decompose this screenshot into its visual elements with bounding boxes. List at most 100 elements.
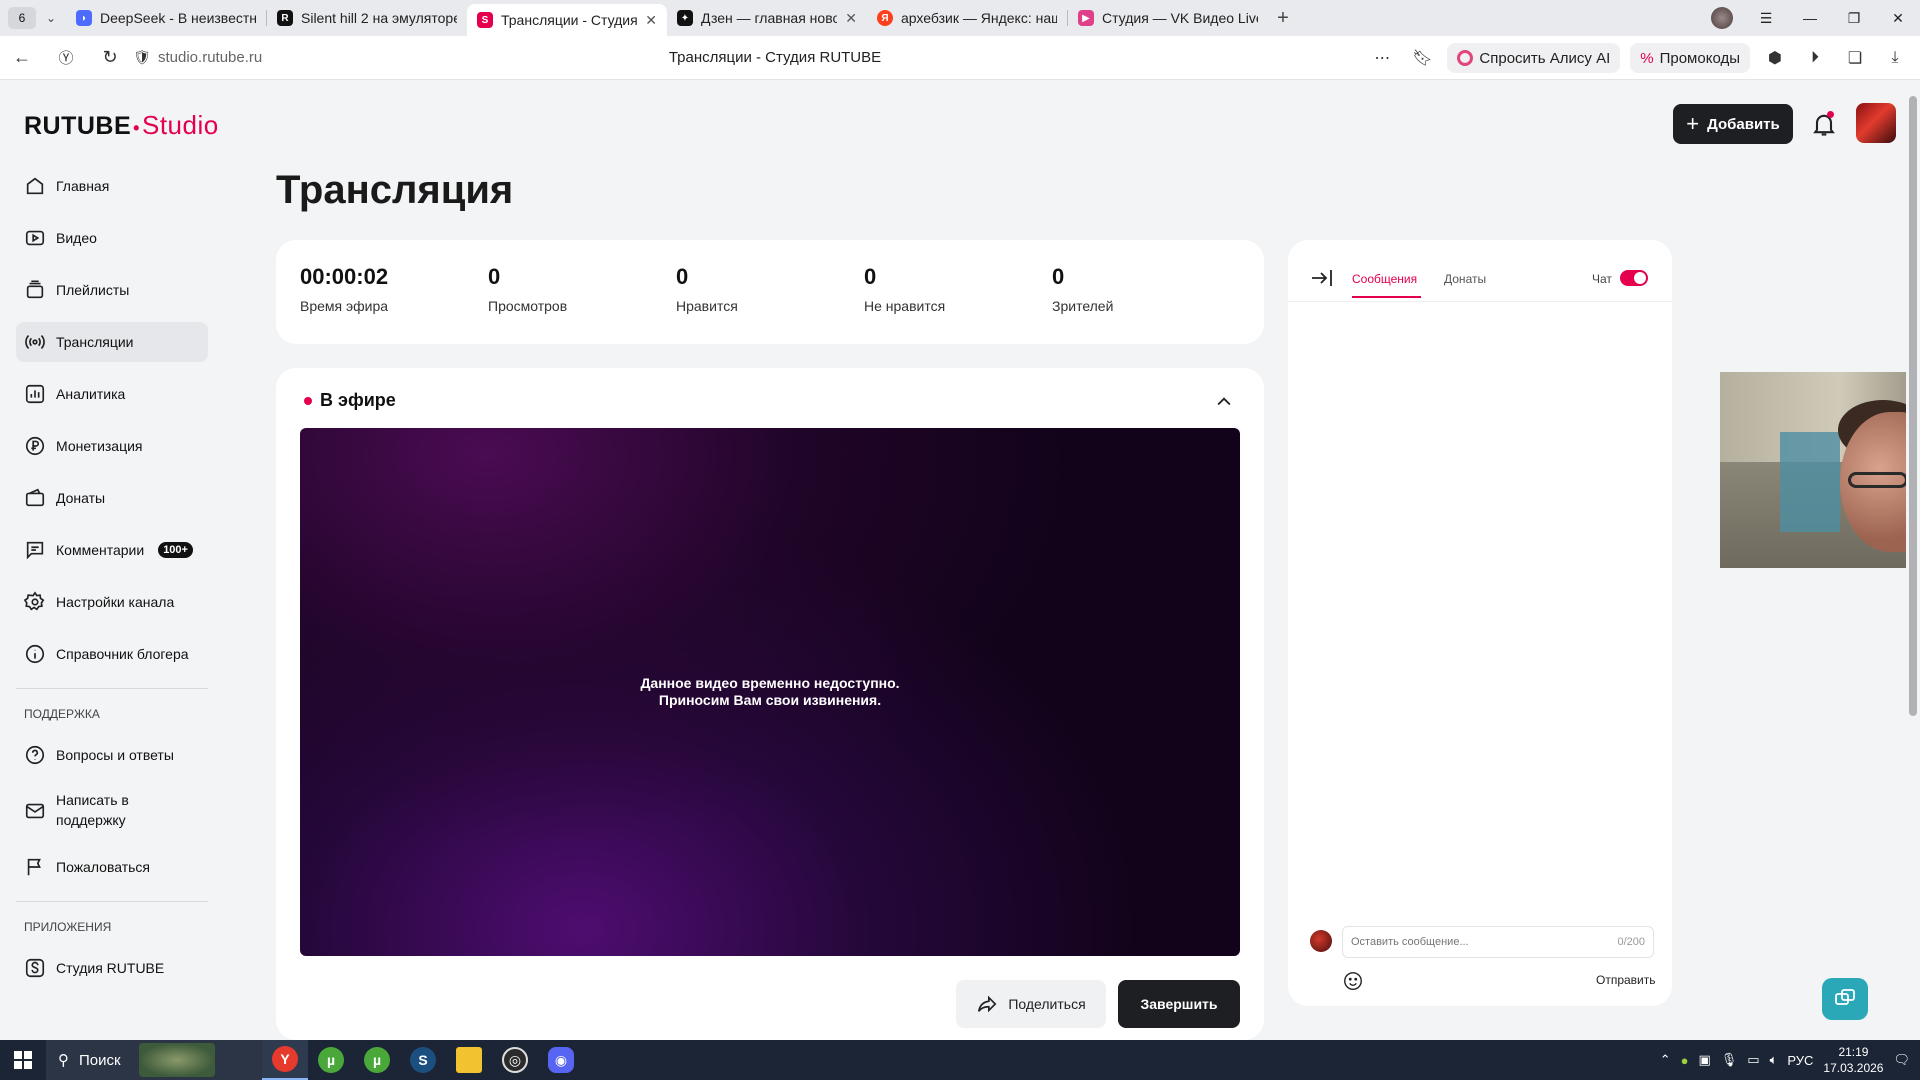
url-field[interactable]: studio.rutube.ru [158, 49, 538, 66]
minimize-icon[interactable]: — [1788, 10, 1832, 26]
rutube-icon: R [277, 10, 293, 26]
stat-value: 0 [1052, 264, 1065, 289]
user-avatar[interactable] [1856, 103, 1896, 143]
tray-expand-icon[interactable]: ⌃ [1660, 1052, 1671, 1068]
tray-clock[interactable]: 21:19 17.03.2026 [1823, 1044, 1883, 1076]
sidebar-item-broadcasts[interactable]: Трансляции [16, 322, 208, 362]
stat-value: 0 [488, 264, 501, 289]
browser-tab[interactable]: ✦ Дзен — главная новос ✕ [667, 3, 867, 33]
stat-viewers: 0 Зрителей [1052, 264, 1240, 344]
tray-app-icon[interactable]: ● [1681, 1053, 1689, 1068]
sidebar-item-label: Монетизация [56, 438, 143, 454]
rutube-studio-logo[interactable]: RUTUBE • Studio [24, 110, 219, 141]
tray-camera-icon[interactable]: ▣ [1698, 1052, 1710, 1068]
tray-language[interactable]: РУС [1787, 1053, 1813, 1068]
alice-icon [1457, 50, 1474, 66]
finish-stream-button[interactable]: Завершить [1118, 980, 1240, 1028]
sidebar-item-comments[interactable]: Комментарии 100+ [16, 530, 208, 570]
video-player[interactable]: Данное видео временно недоступно. Принос… [300, 428, 1240, 956]
tab-messages[interactable]: Сообщения [1352, 272, 1417, 286]
yandex-home-icon[interactable]: Ⓨ [44, 47, 88, 68]
browser-tab[interactable]: ▶ Студия — VK Видео Live [1068, 3, 1268, 33]
taskbar-search[interactable]: ⚲ Поиск [46, 1040, 262, 1080]
stat-airtime: 00:00:02 Время эфира [300, 264, 488, 344]
sidebar-item-home[interactable]: Главная [16, 166, 208, 206]
tab-donations[interactable]: Донаты [1444, 272, 1486, 286]
page-title: Трансляция [276, 168, 514, 212]
help-chat-icon [1835, 989, 1855, 1005]
more-dots-icon[interactable]: ⋯ [1367, 48, 1397, 68]
rutube-studio-icon: S [477, 12, 493, 28]
home-icon [26, 177, 44, 195]
ask-alice-button[interactable]: Спросить Алису AI [1447, 43, 1621, 73]
address-bar-actions: ⋯ 🔖︎ Спросить Алису AI % Промокоды ⬢ ⏵ ❏… [1367, 36, 1920, 80]
sidebar-item-channel-settings[interactable]: Настройки канала [16, 582, 208, 622]
back-arrow-icon[interactable]: ← [0, 47, 44, 68]
tab-count-badge[interactable]: 6 [8, 7, 36, 29]
tabs-dropdown-icon[interactable]: ⌄ [36, 11, 66, 25]
chevron-up-icon[interactable] [1214, 392, 1234, 412]
comment-icon [26, 541, 44, 560]
sidebar-item-label: Главная [56, 178, 110, 194]
browser-tab-active[interactable]: S Трансляции - Студия R ✕ [467, 4, 667, 36]
menu-icon[interactable]: ☰ [1744, 10, 1788, 27]
site-info-icon[interactable]: 🛡 [132, 49, 152, 66]
taskbar-yandex-browser[interactable]: Y [262, 1040, 308, 1080]
media-play-icon[interactable]: ⏵ [1800, 49, 1830, 67]
comments-count-badge: 100+ [158, 542, 193, 558]
share-button[interactable]: Поделиться [956, 980, 1106, 1028]
tray-time: 21:19 [1838, 1045, 1869, 1059]
close-tab-icon[interactable]: ✕ [645, 12, 657, 29]
taskbar-utorrent[interactable]: µ [308, 1040, 354, 1080]
chat-user-avatar [1310, 930, 1332, 952]
tray-microphone-icon[interactable]: 🎙︎ [1721, 1052, 1738, 1068]
stat-label: Просмотров [488, 298, 568, 314]
close-tab-icon[interactable]: ✕ [845, 10, 857, 27]
close-window-icon[interactable]: ✕ [1876, 10, 1920, 27]
download-icon[interactable]: ⤓ [1880, 49, 1910, 67]
bookmark-icon[interactable]: 🔖︎ [1407, 48, 1437, 68]
sidebar-item-contact-support[interactable]: Написать в поддержку [16, 787, 208, 835]
tray-volume-icon[interactable]: 🔈︎ [1770, 1052, 1778, 1068]
chat-message-field[interactable]: 0/200 [1342, 926, 1654, 958]
new-tab-button[interactable]: + [1268, 7, 1298, 30]
promocodes-button[interactable]: % Промокоды [1630, 43, 1750, 73]
browser-tab[interactable]: R Silent hill 2 на эмуляторе [267, 3, 467, 33]
browser-tab[interactable]: Я архебзик — Яндекс: нашл [867, 3, 1067, 33]
windows-logo-icon [14, 1051, 32, 1069]
sidebar-item-playlists[interactable]: Плейлисты [16, 270, 208, 310]
sidebar-item-faq[interactable]: Вопросы и ответы [16, 735, 208, 775]
notification-center-icon[interactable]: 🗨︎ [1893, 1052, 1910, 1068]
chat-message-input[interactable] [1351, 936, 1571, 948]
sidebar-item-video[interactable]: Видео [16, 218, 208, 258]
taskbar-discord[interactable]: ◉ [538, 1040, 584, 1080]
windows-start-button[interactable] [0, 1040, 46, 1080]
sidebar-item-analytics[interactable]: Аналитика [16, 374, 208, 414]
taskbar-utorrent-2[interactable]: µ [354, 1040, 400, 1080]
browser-tab-strip: 6 ⌄ ◗ DeepSeek - В неизвестно R Silent h… [0, 0, 1920, 36]
collections-icon[interactable]: ❏ [1840, 48, 1870, 68]
collapse-panel-icon[interactable] [1310, 268, 1334, 288]
sidebar-item-donations[interactable]: Донаты [16, 478, 208, 518]
add-button[interactable]: + Добавить [1673, 104, 1793, 144]
send-message-button[interactable]: Отправить [1596, 973, 1656, 987]
tray-network-icon[interactable]: ▭ [1747, 1052, 1759, 1068]
extensions-icon[interactable]: ⬢ [1760, 48, 1790, 68]
taskbar-steam[interactable]: S [400, 1040, 446, 1080]
taskbar-obs[interactable]: ◎ [492, 1040, 538, 1080]
page-scrollbar-thumb[interactable] [1909, 96, 1917, 716]
restore-icon[interactable]: ❐ [1832, 10, 1876, 27]
sidebar-item-report[interactable]: Пожаловаться [16, 847, 208, 887]
browser-tab[interactable]: ◗ DeepSeek - В неизвестно [66, 3, 266, 33]
taskbar-file-explorer[interactable] [446, 1040, 492, 1080]
sidebar: Главная Видео Плейлисты Трансляции Анали… [16, 166, 208, 1000]
sidebar-item-blogger-guide[interactable]: Справочник блогера [16, 634, 208, 674]
sidebar-item-monetization[interactable]: Монетизация [16, 426, 208, 466]
emoji-icon[interactable] [1342, 970, 1364, 992]
profile-avatar-icon[interactable] [1700, 7, 1744, 29]
stats-card: 00:00:02 Время эфира 0 Просмотров 0 Нрав… [276, 240, 1264, 344]
sidebar-item-studio-app[interactable]: Студия RUTUBE [16, 948, 208, 988]
chat-toggle[interactable] [1620, 270, 1648, 286]
help-chat-button[interactable] [1822, 978, 1868, 1020]
reload-icon[interactable]: ↻ [88, 47, 132, 68]
